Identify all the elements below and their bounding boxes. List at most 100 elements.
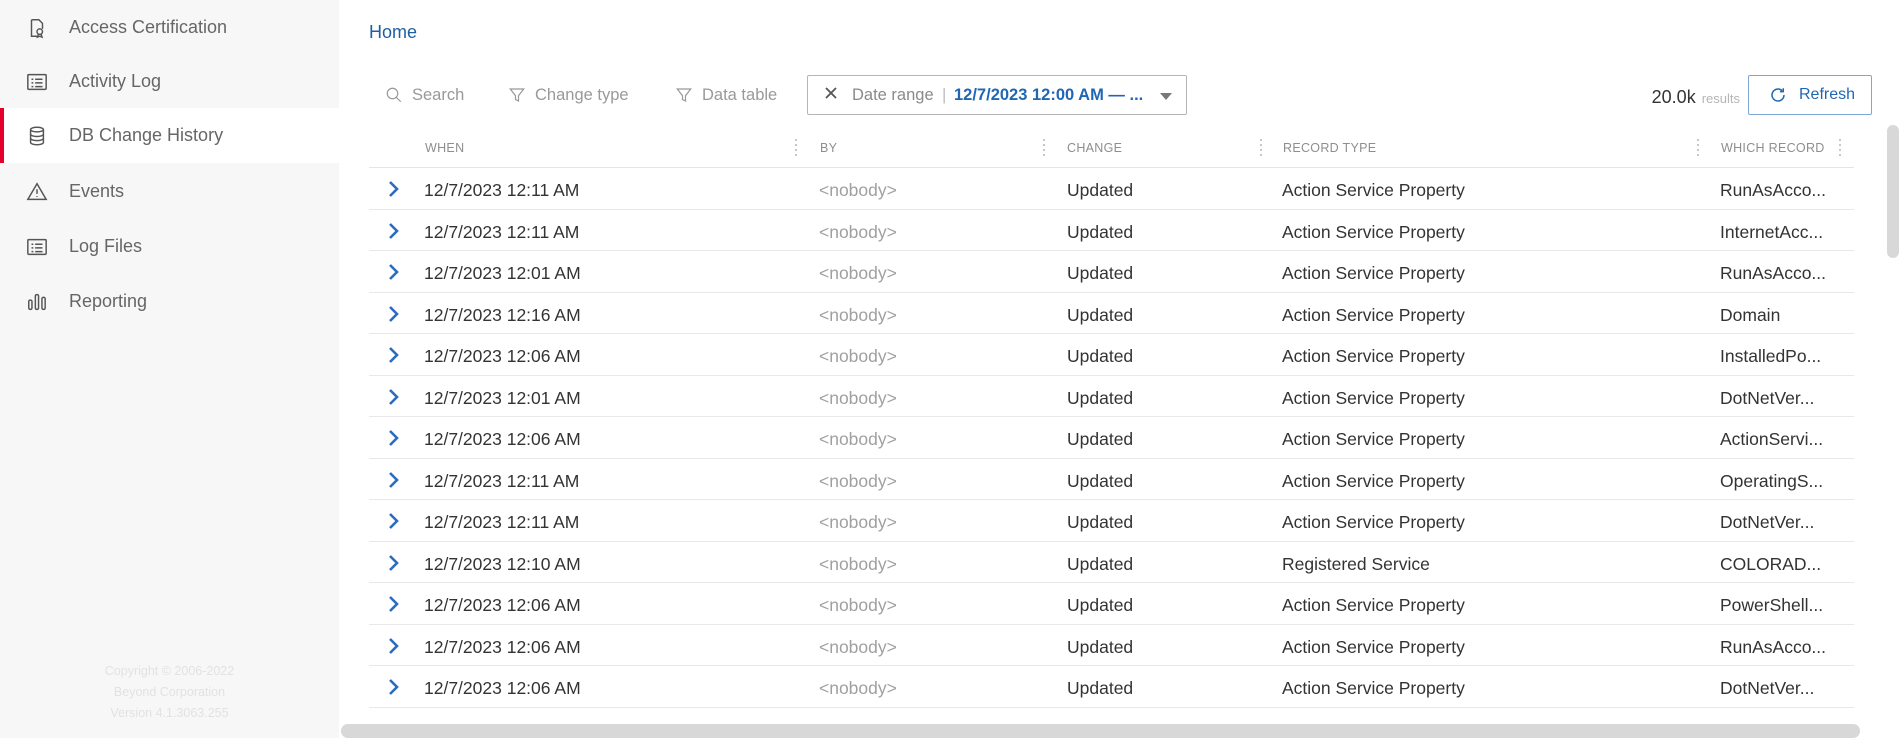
cell-record-type: Action Service Property xyxy=(1282,678,1465,698)
cell-when: 12/7/2023 12:01 AM xyxy=(424,263,581,283)
chevron-right-icon[interactable] xyxy=(386,471,404,489)
table-row[interactable]: 12/7/2023 12:06 AM <nobody> Updated Action … xyxy=(369,417,1854,459)
change-type-label: Change type xyxy=(535,85,629,104)
cell-change: Updated xyxy=(1067,387,1134,408)
sidebar-item-label: DB Change History xyxy=(69,125,224,145)
table-row[interactable]: 12/7/2023 12:11 AM <nobody> Updated Action … xyxy=(369,210,1854,251)
column-resize-handle[interactable] xyxy=(1839,139,1843,157)
results-number: 20.0k xyxy=(1651,87,1696,107)
column-resize-handle[interactable] xyxy=(1043,139,1047,157)
horizontal-scrollbar[interactable] xyxy=(339,722,1884,738)
chevron-right-icon[interactable] xyxy=(386,346,404,364)
chevron-right-icon[interactable] xyxy=(386,595,404,613)
cell-which-record: OperatingS... xyxy=(1720,470,1824,491)
table-row[interactable]: 12/7/2023 12:16 AM <nobody> Updated Action … xyxy=(369,293,1854,334)
sidebar-item-label: Log Files xyxy=(69,236,143,256)
scrollbar-thumb[interactable] xyxy=(341,724,1860,738)
refresh-button[interactable]: Refresh xyxy=(1748,75,1872,115)
chevron-right-icon[interactable] xyxy=(386,180,404,198)
refresh-icon xyxy=(1771,88,1785,102)
table-row[interactable]: 12/7/2023 12:06 AM <nobody> Updated Action … xyxy=(369,666,1854,708)
search-filter[interactable]: Search xyxy=(385,84,464,106)
table-row[interactable]: 12/7/2023 12:06 AM <nobody> Updated Action … xyxy=(369,583,1854,625)
table-row[interactable]: 12/7/2023 12:11 AM <nobody> Updated Action … xyxy=(369,459,1854,500)
list-icon xyxy=(25,235,49,259)
chevron-right-icon[interactable] xyxy=(386,388,404,406)
breadcrumb-home-link[interactable]: Home xyxy=(369,22,417,43)
cell-when: 12/7/2023 12:06 AM xyxy=(424,636,581,657)
table-row[interactable]: 12/7/2023 12:11 AM <nobody> Updated Action … xyxy=(369,168,1854,210)
column-header-which-record[interactable]: WHICH RECORD xyxy=(1721,141,1825,155)
search-label: Search xyxy=(412,85,465,104)
table-row[interactable]: 12/7/2023 12:01 AM <nobody> Updated Action … xyxy=(369,251,1854,293)
chevron-right-icon[interactable] xyxy=(386,637,404,655)
change-type-filter[interactable]: Change type xyxy=(508,84,629,106)
cell-which-record: RunAsAcco... xyxy=(1720,263,1827,283)
date-range-value: 12/7/2023 12:00 AM — ... xyxy=(954,85,1144,104)
scrollbar-thumb[interactable] xyxy=(1887,125,1899,258)
vertical-scrollbar[interactable] xyxy=(1884,125,1901,720)
results-count: 20.0k results xyxy=(1652,87,1740,108)
cell-record-type: Action Service Property xyxy=(1282,263,1465,283)
chevron-down-icon[interactable] xyxy=(1160,93,1172,100)
sidebar-item-access-certification[interactable]: Access Certification xyxy=(0,0,339,55)
sidebar-item-reporting[interactable]: Reporting xyxy=(0,274,339,329)
close-icon[interactable] xyxy=(824,86,842,104)
cell-which-record: PowerShell... xyxy=(1720,595,1824,615)
table-row[interactable]: 12/7/2023 12:10 AM <nobody> Updated Registe… xyxy=(369,542,1854,583)
cell-by: <nobody> xyxy=(819,180,897,200)
cell-when: 12/7/2023 12:11 AM xyxy=(424,221,580,242)
chevron-right-icon[interactable] xyxy=(386,512,404,530)
filter-icon xyxy=(509,88,525,102)
cell-change: Updated xyxy=(1067,221,1134,242)
chevron-right-icon[interactable] xyxy=(386,222,404,240)
sidebar-item-log-files[interactable]: Log Files xyxy=(0,219,339,274)
sidebar-item-activity-log[interactable]: Activity Log xyxy=(0,54,339,109)
sidebar-item-db-change-history[interactable]: DB Change History xyxy=(0,108,339,163)
column-resize-handle[interactable] xyxy=(1260,139,1264,157)
cell-change: Updated xyxy=(1067,429,1134,449)
refresh-label: Refresh xyxy=(1799,86,1856,103)
cell-by: <nobody> xyxy=(819,346,897,366)
cell-by: <nobody> xyxy=(819,636,897,657)
column-header-by[interactable]: BY xyxy=(820,141,837,155)
table-row[interactable]: 12/7/2023 12:11 AM <nobody> Updated Action … xyxy=(369,500,1854,542)
cell-which-record: COLORAD... xyxy=(1720,553,1822,574)
chevron-right-icon[interactable] xyxy=(386,263,404,281)
date-range-filter[interactable]: Date range | 12/7/2023 12:00 AM — ... xyxy=(807,75,1187,115)
chevron-right-icon[interactable] xyxy=(386,429,404,447)
cell-when: 12/7/2023 12:06 AM xyxy=(424,678,581,698)
cell-when: 12/7/2023 12:11 AM xyxy=(424,470,580,491)
column-header-when[interactable]: WHEN xyxy=(425,141,464,155)
cell-change: Updated xyxy=(1067,595,1134,615)
cell-when: 12/7/2023 12:10 AM xyxy=(424,553,581,574)
cell-which-record: InstalledPo... xyxy=(1720,346,1822,366)
sidebar-item-events[interactable]: Events xyxy=(0,164,339,219)
cell-by: <nobody> xyxy=(819,512,897,532)
cell-by: <nobody> xyxy=(819,304,897,325)
cell-record-type: Action Service Property xyxy=(1282,595,1465,615)
cell-record-type: Action Service Property xyxy=(1282,429,1465,449)
copyright-line: Version 4.1.3063.255 xyxy=(110,706,229,720)
chevron-right-icon[interactable] xyxy=(386,678,404,696)
cell-by: <nobody> xyxy=(819,595,897,615)
cell-which-record: ActionServi... xyxy=(1720,429,1824,449)
column-header-change[interactable]: CHANGE xyxy=(1067,141,1122,155)
column-resize-handle[interactable] xyxy=(1697,139,1701,157)
cell-record-type: Action Service Property xyxy=(1282,512,1465,532)
cell-when: 12/7/2023 12:06 AM xyxy=(424,346,581,366)
database-icon xyxy=(25,124,49,148)
chevron-right-icon[interactable] xyxy=(386,554,404,572)
sidebar: Access Certification Activity Log DB Cha… xyxy=(0,0,339,738)
data-table-filter[interactable]: Data table xyxy=(675,84,777,106)
cell-by: <nobody> xyxy=(819,387,897,408)
change-history-table: WHEN BY CHANGE RECORD TYPE WHICH RECORD … xyxy=(369,130,1854,708)
table-row[interactable]: 12/7/2023 12:01 AM <nobody> Updated Action … xyxy=(369,376,1854,417)
cell-which-record: DotNetVer... xyxy=(1720,512,1815,532)
column-header-record-type[interactable]: RECORD TYPE xyxy=(1283,141,1376,155)
table-row[interactable]: 12/7/2023 12:06 AM <nobody> Updated Action … xyxy=(369,625,1854,666)
column-resize-handle[interactable] xyxy=(795,139,799,157)
table-row[interactable]: 12/7/2023 12:06 AM <nobody> Updated Action … xyxy=(369,334,1854,376)
cell-record-type: Registered Service xyxy=(1282,553,1430,574)
chevron-right-icon[interactable] xyxy=(386,305,404,323)
